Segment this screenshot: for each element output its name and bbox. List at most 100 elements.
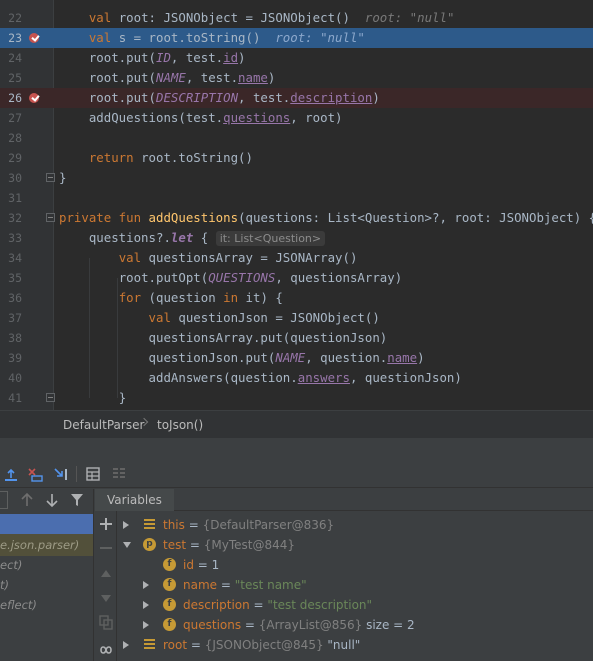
expand-arrow-icon[interactable]	[143, 581, 149, 589]
variable-name: id	[183, 558, 194, 572]
fold-marker-icon[interactable]	[46, 173, 55, 182]
frame-down-button[interactable]	[43, 491, 61, 509]
code-line[interactable]: 31	[0, 188, 593, 208]
line-number: 39	[8, 351, 22, 365]
code-token: questionsArray = JSONArray()	[148, 250, 358, 265]
code-token: NAME	[275, 350, 306, 365]
code-token: questionJson.put(	[148, 350, 276, 365]
variable-value: "test name"	[234, 578, 307, 592]
code-token: (question	[148, 290, 224, 305]
code-token: questions?.	[88, 230, 171, 245]
variable-name: root	[163, 638, 188, 652]
code-editor[interactable]: 22 val root: JSONObject = JSONObject() r…	[0, 0, 593, 410]
fold-marker-icon[interactable]	[46, 213, 55, 222]
code-text: questionJson.put(NAME, question.name)	[59, 348, 425, 368]
frame-up-button[interactable]	[18, 491, 36, 509]
code-line[interactable]: 24 root.put(ID, test.id)	[0, 48, 593, 68]
breakpoint-icon[interactable]	[29, 93, 39, 103]
code-token: root.putOpt(	[118, 270, 209, 285]
layout-settings-button[interactable]	[110, 465, 128, 483]
layout-icon	[113, 468, 125, 478]
code-line[interactable]: 29 return root.toString()	[0, 148, 593, 168]
variable-text: id = 1	[183, 558, 220, 572]
code-line[interactable]: 25 root.put(NAME, test.name)	[0, 68, 593, 88]
variables-tree[interactable]: this = {DefaultParser@836} p test = {MyTe…	[117, 511, 593, 661]
filter-frames-button[interactable]	[68, 491, 86, 509]
step-out-button[interactable]	[2, 465, 20, 483]
variable-row[interactable]: p test = {MyTest@844}	[117, 535, 593, 555]
run-to-cursor-button[interactable]	[52, 465, 70, 483]
stack-frame[interactable]: ect)	[0, 554, 93, 576]
filter-icon	[71, 494, 83, 506]
variable-row[interactable]: f name = "test name"	[117, 575, 593, 595]
code-line[interactable]: 23 val s = root.toString() root: "null"	[0, 28, 593, 48]
variable-row[interactable]: this = {DefaultParser@836}	[117, 515, 593, 535]
breadcrumb-class[interactable]: DefaultParser	[63, 418, 144, 432]
step-out-icon	[5, 468, 17, 481]
variables-header: Variables	[95, 489, 593, 511]
line-number: 27	[8, 111, 22, 125]
code-line[interactable]: 26 root.put(DESCRIPTION, test.descriptio…	[0, 88, 593, 108]
variable-name: description	[183, 598, 250, 612]
code-line[interactable]: 33 questions?.let { it: List<Question>	[0, 228, 593, 248]
move-watch-down-button[interactable]	[97, 589, 115, 607]
code-token: }	[118, 390, 127, 405]
line-number: 35	[8, 271, 22, 285]
line-number: 31	[8, 191, 22, 205]
code-line[interactable]: 22 val root: JSONObject = JSONObject() r…	[0, 8, 593, 28]
expand-arrow-icon[interactable]	[123, 521, 129, 529]
code-line[interactable]: 27 addQuestions(test.questions, root)	[0, 108, 593, 128]
new-watch-button[interactable]	[97, 515, 115, 533]
variable-row[interactable]: f questions = {ArrayList@856} size = 2	[117, 615, 593, 635]
stack-frame[interactable]	[0, 514, 93, 536]
code-token: JSONObject	[163, 10, 239, 25]
breakpoint-icon[interactable]	[29, 33, 39, 43]
variable-row[interactable]: f id = 1	[117, 555, 593, 575]
variable-row[interactable]: root = {JSONObject@845} "null"	[117, 635, 593, 655]
fold-marker-icon[interactable]	[46, 393, 55, 402]
code-token: id	[223, 50, 239, 65]
variable-row[interactable]: f description = "test description"	[117, 595, 593, 615]
expand-arrow-icon[interactable]	[123, 641, 129, 649]
evaluate-expression-button[interactable]	[84, 465, 102, 483]
minus-icon	[100, 547, 112, 549]
variable-name: questions	[183, 618, 242, 632]
object-icon	[143, 638, 156, 651]
code-text: private fun addQuestions(questions: List…	[59, 208, 593, 228]
code-token: addAnswers(question.	[148, 370, 298, 385]
drop-frame-button[interactable]	[26, 465, 44, 483]
code-line[interactable]: 30}	[0, 168, 593, 188]
line-number: 26	[8, 91, 22, 105]
line-number: 38	[8, 331, 22, 345]
stack-frame[interactable]: e.json.parser)	[0, 534, 93, 556]
expand-arrow-icon[interactable]	[143, 621, 149, 629]
field-icon: f	[163, 578, 176, 591]
code-token: , test.	[170, 50, 224, 65]
code-line[interactable]: 28	[0, 128, 593, 148]
code-token: NAME	[155, 70, 186, 85]
code-token: , questionsArray)	[275, 270, 403, 285]
variable-size: size = 2	[366, 618, 415, 632]
stack-frame[interactable]: eflect)	[0, 594, 93, 616]
thread-selector[interactable]	[0, 491, 8, 509]
tab-variables[interactable]: Variables	[95, 489, 174, 511]
breadcrumb-method[interactable]: toJson()	[157, 418, 203, 432]
copy-watch-button[interactable]	[97, 613, 115, 631]
code-token: )	[372, 90, 380, 105]
show-all-button[interactable]	[97, 641, 115, 659]
move-watch-up-button[interactable]	[97, 565, 115, 583]
code-line[interactable]: 32 private fun addQuestions(questions: Li…	[0, 208, 593, 228]
remove-watch-button[interactable]	[97, 539, 115, 557]
drop-frame-icon	[28, 468, 43, 482]
toolbar-separator	[76, 466, 77, 482]
stack-frame[interactable]: t)	[0, 574, 93, 596]
code-token: root.put(	[88, 70, 156, 85]
expand-arrow-icon[interactable]	[143, 601, 149, 609]
code-token: root:	[118, 10, 164, 25]
collapse-arrow-icon[interactable]	[123, 542, 131, 548]
code-token: )	[417, 350, 425, 365]
variable-text: this = {DefaultParser@836}	[163, 518, 335, 532]
inline-debug-value: root: "null"	[275, 30, 365, 45]
code-token: val	[88, 10, 119, 25]
